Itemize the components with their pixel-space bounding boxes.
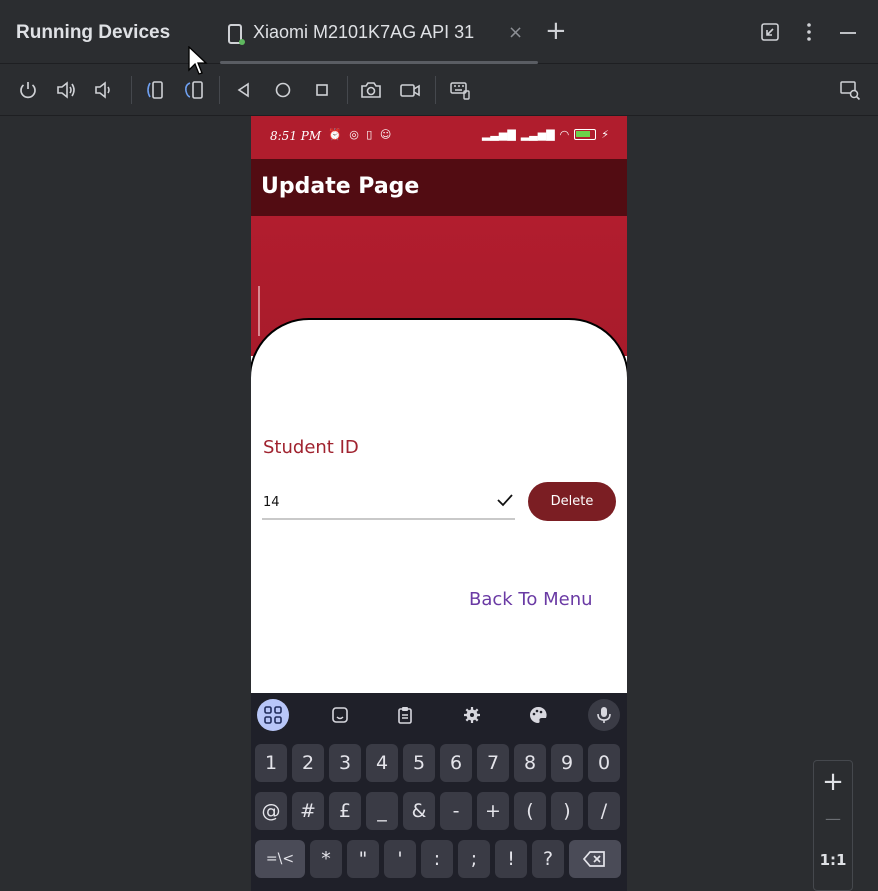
key[interactable]: ! bbox=[495, 840, 527, 878]
app-bar: Update Page bbox=[251, 159, 627, 216]
minimize-icon[interactable] bbox=[838, 22, 858, 47]
zoom-out-button[interactable]: — bbox=[814, 809, 852, 828]
camera-icon[interactable] bbox=[359, 78, 383, 102]
system-icons: ▂▃▅▇ ▂▃▅▇ ◠ ⚡ bbox=[482, 128, 609, 141]
key[interactable]: 6 bbox=[440, 744, 472, 782]
key[interactable]: - bbox=[440, 792, 472, 830]
soft-keyboard: 1 2 3 4 5 6 7 8 9 0 @ # £ _ & - + ( ) / … bbox=[251, 693, 627, 891]
zoom-in-button[interactable]: + bbox=[814, 767, 852, 797]
student-id-field[interactable] bbox=[262, 486, 515, 520]
key[interactable]: & bbox=[403, 792, 435, 830]
video-record-icon[interactable] bbox=[398, 78, 422, 102]
delete-button[interactable]: Delete bbox=[528, 482, 616, 521]
device-tab[interactable]: Xiaomi M2101K7AG API 31 × bbox=[220, 8, 540, 64]
page-title: Update Page bbox=[261, 174, 420, 199]
key[interactable]: £ bbox=[329, 792, 361, 830]
toolbar-divider bbox=[347, 76, 348, 104]
back-triangle-icon[interactable] bbox=[232, 78, 256, 102]
keyboard-row-symbols: @ # £ _ & - + ( ) / bbox=[255, 792, 620, 830]
add-device-button[interactable]: + bbox=[545, 18, 567, 44]
student-id-label: Student ID bbox=[263, 437, 359, 458]
notification-icons: ⏰ ◎ ▯ ☺ bbox=[328, 128, 394, 141]
volume-up-icon[interactable] bbox=[54, 78, 78, 102]
key[interactable]: # bbox=[292, 792, 324, 830]
key[interactable]: 5 bbox=[403, 744, 435, 782]
key[interactable]: ? bbox=[532, 840, 564, 878]
student-id-input[interactable] bbox=[263, 490, 483, 514]
key[interactable]: _ bbox=[366, 792, 398, 830]
palette-icon[interactable] bbox=[522, 699, 554, 731]
keyboard-row-numbers: 1 2 3 4 5 6 7 8 9 0 bbox=[255, 744, 620, 782]
device-tab-label: Xiaomi M2101K7AG API 31 bbox=[253, 22, 475, 42]
backspace-icon bbox=[583, 851, 605, 867]
key[interactable]: ' bbox=[384, 840, 416, 878]
restore-window-icon[interactable] bbox=[760, 22, 780, 47]
settings-gear-icon[interactable] bbox=[456, 699, 488, 731]
scroll-indicator bbox=[258, 286, 260, 336]
mouse-cursor-icon bbox=[188, 46, 208, 75]
more-options-icon[interactable] bbox=[801, 22, 817, 47]
home-circle-icon[interactable] bbox=[271, 78, 295, 102]
key[interactable]: 2 bbox=[292, 744, 324, 782]
key[interactable]: 0 bbox=[588, 744, 620, 782]
key[interactable]: ; bbox=[458, 840, 490, 878]
power-icon[interactable] bbox=[16, 78, 40, 102]
clipboard-icon[interactable] bbox=[389, 699, 421, 731]
toolbar-divider bbox=[435, 76, 436, 104]
keyboard-toolbar bbox=[251, 693, 627, 735]
status-bar: 8:51 PM ⏰ ◎ ▯ ☺ ▂▃▅▇ ▂▃▅▇ ◠ ⚡ bbox=[251, 116, 627, 159]
symbol-mode-key[interactable]: =\< bbox=[255, 840, 305, 878]
key[interactable]: ( bbox=[514, 792, 546, 830]
key[interactable]: 4 bbox=[366, 744, 398, 782]
close-icon[interactable]: × bbox=[508, 22, 523, 43]
phone-screen[interactable]: 8:51 PM ⏰ ◎ ▯ ☺ ▂▃▅▇ ▂▃▅▇ ◠ ⚡ Update Pag… bbox=[251, 116, 627, 891]
apps-grid-icon[interactable] bbox=[257, 699, 289, 731]
zoom-actual-size-button[interactable]: 1:1 bbox=[814, 851, 852, 869]
keyboard-input-icon[interactable] bbox=[448, 78, 472, 102]
key[interactable]: * bbox=[310, 840, 342, 878]
key[interactable]: 7 bbox=[477, 744, 509, 782]
tool-window-header: Running Devices Xiaomi M2101K7AG API 31 … bbox=[0, 0, 878, 64]
signal-icon-2: ▂▃▅▇ bbox=[520, 128, 555, 141]
battery-icon bbox=[574, 129, 597, 140]
rotate-left-icon[interactable] bbox=[143, 78, 167, 102]
zoom-controls: + — 1:1 bbox=[813, 760, 853, 891]
panel-title: Running Devices bbox=[16, 22, 171, 43]
key[interactable]: / bbox=[588, 792, 620, 830]
charging-icon: ⚡ bbox=[601, 128, 609, 141]
microphone-icon[interactable] bbox=[588, 699, 620, 731]
sticker-icon[interactable] bbox=[324, 699, 356, 731]
key[interactable]: ) bbox=[551, 792, 583, 830]
toolbar-divider bbox=[219, 76, 220, 104]
back-to-menu-link[interactable]: Back To Menu bbox=[469, 589, 593, 610]
emulator-toolbar bbox=[0, 64, 878, 116]
phone-device-icon bbox=[228, 24, 245, 45]
rotate-right-icon[interactable] bbox=[182, 78, 206, 102]
check-icon bbox=[497, 494, 513, 507]
status-time: 8:51 PM bbox=[270, 129, 322, 143]
key[interactable]: 1 bbox=[255, 744, 287, 782]
key[interactable]: 8 bbox=[514, 744, 546, 782]
signal-icon: ▂▃▅▇ bbox=[481, 128, 516, 141]
backspace-key[interactable] bbox=[569, 840, 621, 878]
device-explorer-icon[interactable] bbox=[838, 78, 862, 102]
volume-down-icon[interactable] bbox=[92, 78, 116, 102]
overview-square-icon[interactable] bbox=[310, 78, 334, 102]
toolbar-divider bbox=[131, 76, 132, 104]
key[interactable]: " bbox=[347, 840, 379, 878]
key[interactable]: + bbox=[477, 792, 509, 830]
key[interactable]: 9 bbox=[551, 744, 583, 782]
wifi-icon: ◠ bbox=[559, 128, 570, 141]
key[interactable]: @ bbox=[255, 792, 287, 830]
key[interactable]: : bbox=[421, 840, 453, 878]
key[interactable]: 3 bbox=[329, 744, 361, 782]
keyboard-row-punct: =\< * " ' : ; ! ? bbox=[255, 840, 621, 878]
